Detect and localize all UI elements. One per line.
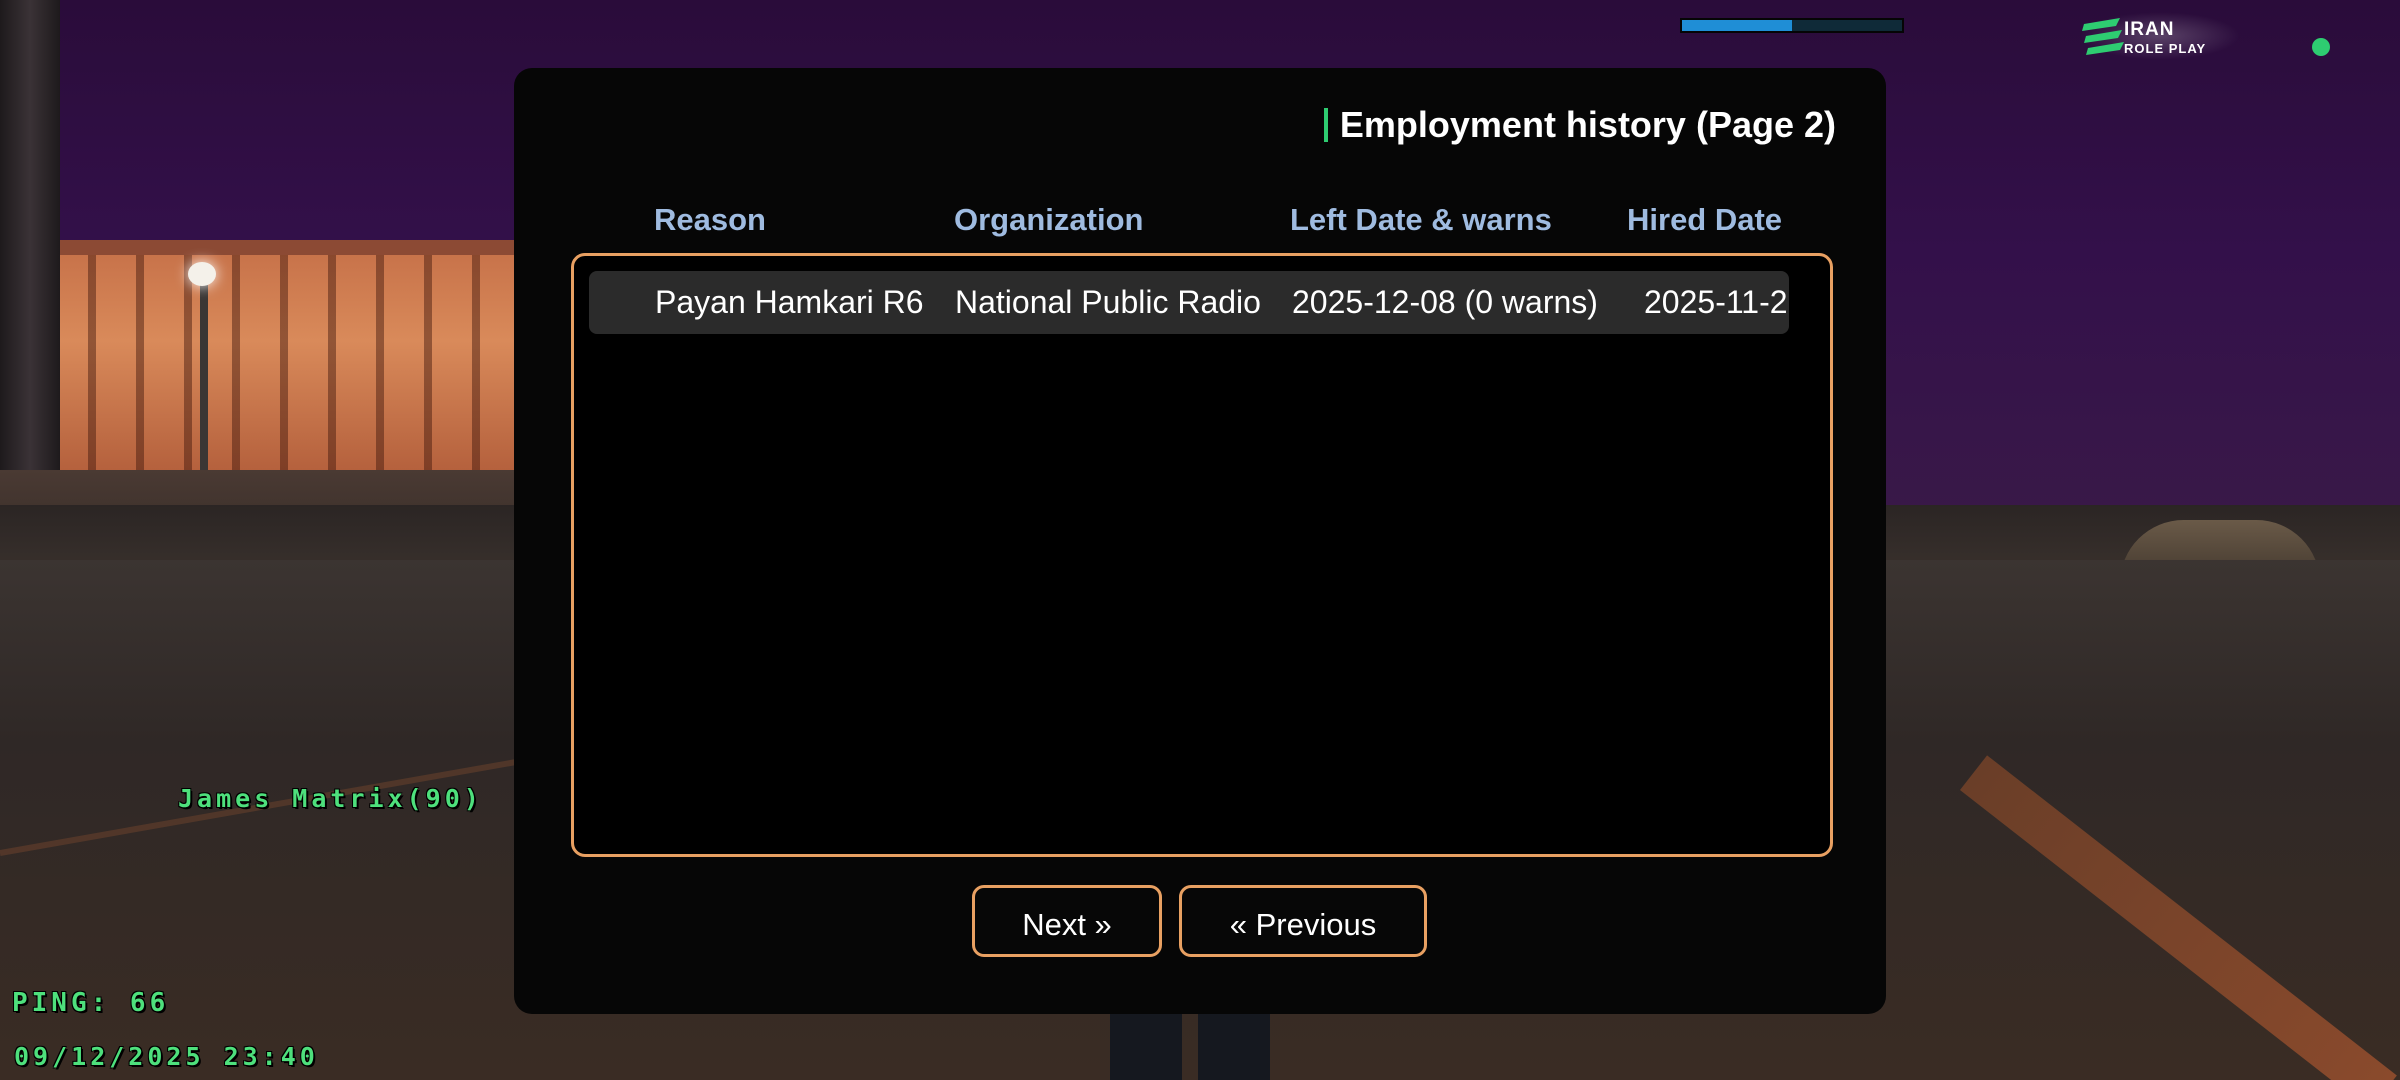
row-organization: National Public Radio <box>955 284 1261 320</box>
connection-status-indicator <box>2312 38 2330 56</box>
row-hired-date: 2025-11-2 <box>1644 284 1788 320</box>
date-time-readout: 09/12/2025 23:40 <box>14 1042 319 1071</box>
building-facade <box>0 255 560 470</box>
row-reason: Payan Hamkari R6 <box>655 284 924 320</box>
column-header-organization: Organization <box>954 202 1144 237</box>
column-header-reason: Reason <box>654 202 766 237</box>
logo-text-line2: ROLE PLAY <box>2124 41 2207 56</box>
column-header-left-date: Left Date & warns <box>1290 202 1552 237</box>
player-name-tag: James Matrix(90) <box>178 784 483 813</box>
title-accent-bar <box>1323 108 1328 142</box>
employment-list[interactable]: Payan Hamkari R6 National Public Radio 2… <box>571 253 1833 857</box>
lamp-post <box>200 270 208 470</box>
health-bar <box>1680 18 1904 33</box>
list-row[interactable]: Payan Hamkari R6 National Public Radio 2… <box>589 271 1789 334</box>
logo-text-line1: IRAN <box>2124 19 2175 40</box>
street-lamp <box>188 262 216 286</box>
logo-icon <box>2082 18 2124 55</box>
column-header-hired-date: Hired Date <box>1627 202 1783 237</box>
employment-history-dialog: Employment history (Page 2) Reason Organ… <box>514 68 1886 1014</box>
ping-readout: PING: 66 <box>12 988 170 1018</box>
row-left-date: 2025-12-08 (0 warns) <box>1292 284 1598 320</box>
dialog-title: Employment history (Page 2) <box>1323 104 1836 146</box>
dialog-title-text: Employment history (Page 2) <box>1339 104 1836 145</box>
pillar <box>0 0 60 470</box>
server-logo: IRAN ROLE PLAY <box>2080 12 2240 60</box>
previous-button[interactable]: « Previous <box>1179 885 1427 957</box>
health-bar-fill <box>1682 20 1792 31</box>
next-button[interactable]: Next » <box>972 885 1162 957</box>
